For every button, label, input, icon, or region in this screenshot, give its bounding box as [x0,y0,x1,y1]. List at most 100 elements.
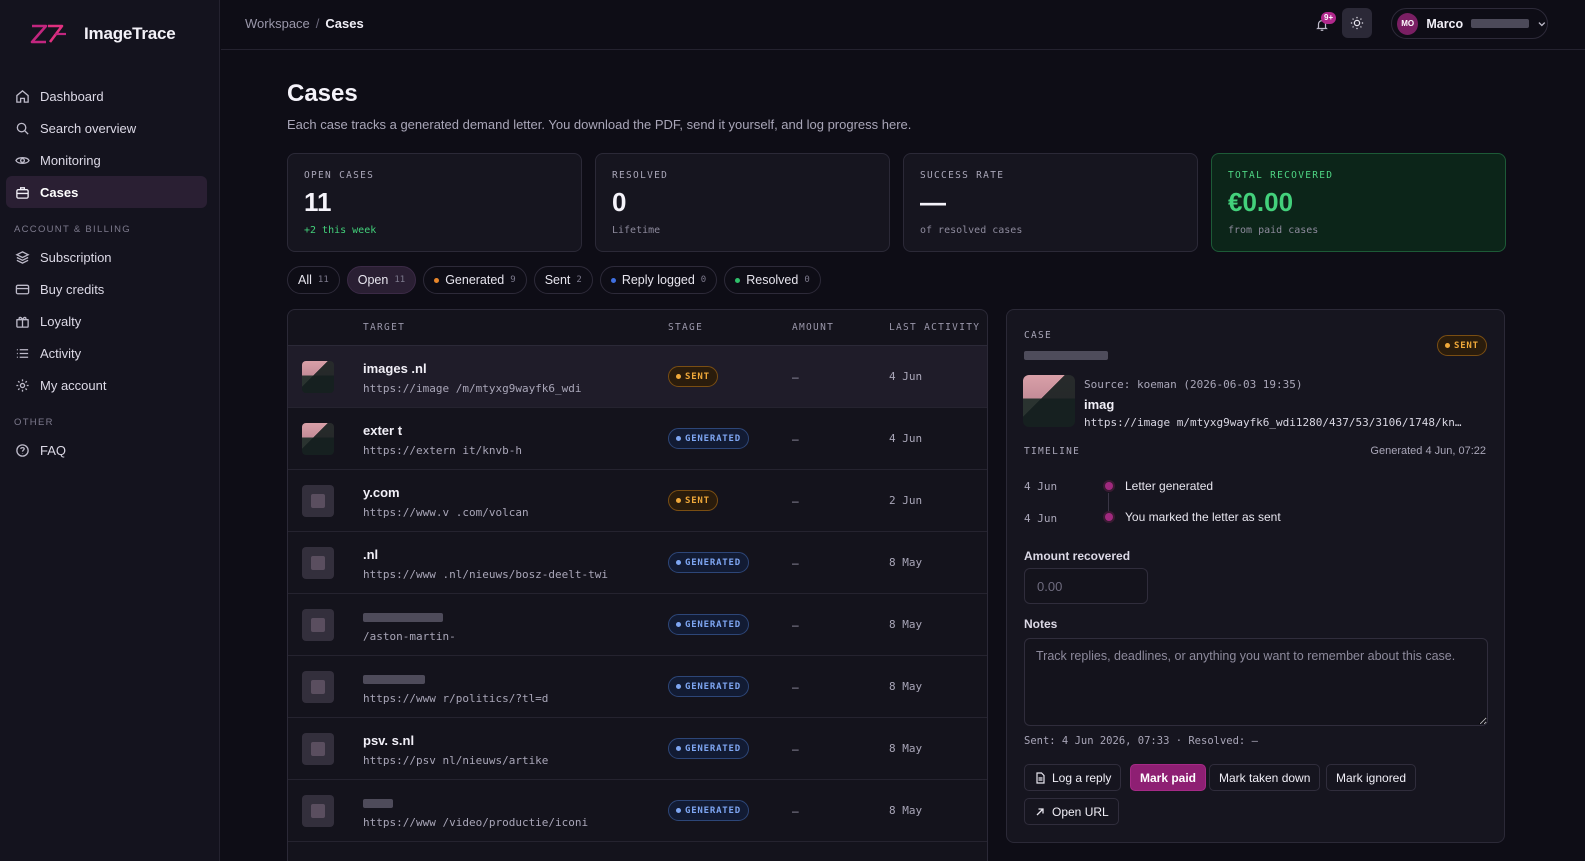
sidebar-item-faq[interactable]: FAQ [6,434,207,466]
breadcrumb-separator: / [315,16,320,31]
user-menu-button[interactable]: MO Marco [1391,8,1548,39]
redacted-surname [1471,19,1530,28]
table-row[interactable]: /aston-martin- GENERATED – 8 May [288,594,987,656]
timeline-event: Letter generated [1125,479,1214,493]
row-target-url: https://psv nl/nieuws/artike [363,754,549,767]
row-target-url: https://extern it/knvb-h [363,444,522,457]
page-description: Each case tracks a generated demand lett… [287,117,912,132]
sun-icon [1350,16,1364,30]
filter-reply-logged[interactable]: Reply logged 0 [599,266,718,294]
sidebar-item-activity[interactable]: Activity [6,337,207,369]
notes-textarea[interactable] [1024,638,1488,726]
log-reply-button[interactable]: Log a reply [1024,764,1122,791]
filter-label: Open [357,273,389,287]
notifications-button[interactable]: 9+ [1311,12,1337,36]
status-dot [676,374,681,379]
stat-resolved: RESOLVED 0 Lifetime [595,153,890,252]
table-row[interactable]: images .nl https://image /m/mtyxg9wayfk6… [288,346,987,408]
button-label: Log a reply [1052,770,1112,785]
status-dot [434,277,440,283]
open-url-button[interactable]: Open URL [1024,798,1119,825]
table-row[interactable]: https://www /video/productie/iconi GENER… [288,780,987,842]
eye-icon [15,156,30,164]
row-target-title [363,671,425,686]
row-last-activity: 8 May [889,680,923,693]
status-badge: GENERATED [668,614,749,635]
case-target-url[interactable]: https://image m/mtyxg9wayfk6_wdi1280/437… [1084,416,1489,429]
row-target-url: https://www /video/productie/iconi [363,816,589,829]
row-thumbnail [302,795,334,827]
row-last-activity: 4 Jun [889,370,923,383]
table-row[interactable]: https://www r/politics/?tl=d GENERATED –… [288,656,987,718]
stat-value: €0.00 [1228,187,1294,217]
status-badge: GENERATED [668,738,749,759]
filter-generated[interactable]: Generated 9 [423,266,527,294]
sidebar-item-loyalty[interactable]: Loyalty [6,305,207,337]
sidebar-item-label: FAQ [40,442,67,458]
mark-ignored-button[interactable]: Mark ignored [1326,764,1417,791]
stat-label: SUCCESS RATE [920,170,1005,181]
briefcase-icon [16,186,29,199]
table-row[interactable]: exter t https://extern it/knvb-h GENERAT… [288,408,987,470]
sidebar-item-subscription[interactable]: Subscription [6,241,207,273]
row-last-activity: 8 May [889,742,923,755]
row-thumbnail [302,671,334,703]
row-amount: – [792,680,799,694]
status-dot [676,808,681,813]
breadcrumb-current: Cases [325,16,364,31]
status-badge: GENERATED [668,552,749,573]
avatar: MO [1397,12,1419,35]
filter-count: 11 [317,275,329,285]
filter-sent[interactable]: Sent 2 [533,266,593,294]
row-target-title: images .nl [363,361,427,376]
generated-timestamp: Generated 4 Jun, 07:22 [1370,445,1486,457]
logo[interactable]: ImageTrace [28,20,176,48]
breadcrumb-workspace[interactable]: Workspace [245,16,310,31]
filter-label: Reply logged [621,273,695,287]
row-amount: – [792,742,799,756]
sidebar-item-my-account[interactable]: My account [6,369,207,401]
row-thumbnail [302,485,334,517]
amount-recovered-label: Amount recovered [1024,549,1131,563]
row-target-url: /aston-martin- [363,630,456,643]
row-last-activity: 4 Jun [889,432,923,445]
case-thumbnail [1023,375,1075,427]
theme-toggle-button[interactable] [1342,8,1372,38]
redacted-text [363,799,393,809]
filter-all[interactable]: All 11 [287,266,340,294]
sidebar-item-label: Buy credits [40,281,105,297]
sidebar-item-dashboard[interactable]: Dashboard [6,80,207,112]
row-amount: – [792,432,799,446]
stat-sub: Lifetime [612,225,661,236]
stat-sub: of resolved cases [920,225,1023,236]
amount-recovered-input[interactable] [1024,568,1148,604]
row-target-url: https://image /m/mtyxg9wayfk6_wdi [363,382,582,395]
badge-label: GENERATED [685,557,741,568]
sidebar-item-monitoring[interactable]: Monitoring [6,144,207,176]
case-id-redacted [1024,347,1108,362]
filter-resolved[interactable]: Resolved 0 [724,266,821,294]
stat-label: OPEN CASES [304,170,375,181]
sidebar-item-label: Dashboard [40,88,104,104]
status-badge: GENERATED [668,800,749,821]
case-status-badge: SENT [1437,335,1487,356]
mark-paid-button[interactable]: Mark paid [1130,764,1207,791]
timeline-dot [1105,513,1113,521]
table-row[interactable]: .nl https://www .nl/nieuws/bosz-deelt-tw… [288,532,987,594]
button-label: Mark taken down [1219,770,1311,785]
sidebar-item-label: Loyalty [40,313,82,329]
status-badge: GENERATED [668,428,749,449]
row-thumbnail [302,423,334,455]
sidebar-item-cases[interactable]: Cases [6,176,207,208]
sidebar-item-search-overview[interactable]: Search overview [6,112,207,144]
mark-taken-down-button[interactable]: Mark taken down [1209,764,1321,791]
topbar: Workspace / Cases 9+ MO Marco [221,0,1585,50]
badge-label: GENERATED [685,433,741,444]
row-thumbnail [302,733,334,765]
table-row[interactable]: y.com https://www.v .com/volcan SENT – 2… [288,470,987,532]
filter-open[interactable]: Open 11 [346,266,417,294]
sidebar-item-buy-credits[interactable]: Buy credits [6,273,207,305]
column-header-last-activity: LAST ACTIVITY [889,322,981,333]
table-row[interactable]: psv. s.nl https://psv nl/nieuws/artike G… [288,718,987,780]
sidebar-item-label: My account [40,377,107,393]
